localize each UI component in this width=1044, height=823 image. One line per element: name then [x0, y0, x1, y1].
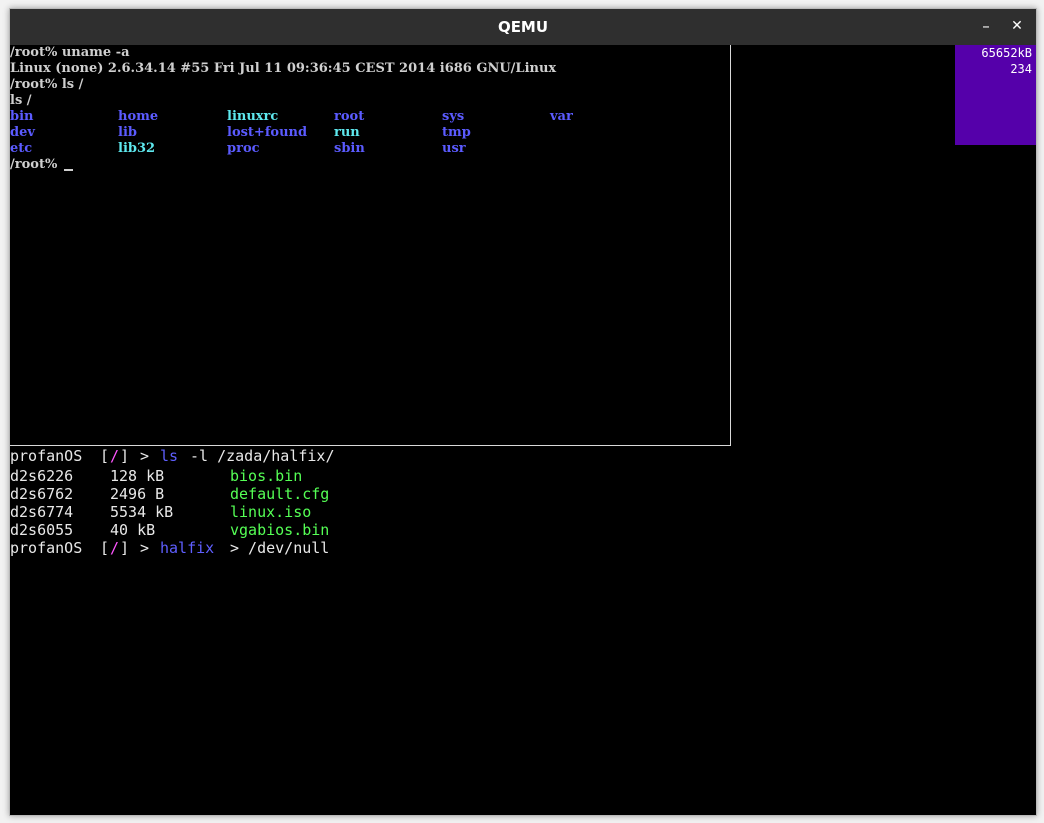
file-row: d2s6762 2496 B default.cfg — [10, 485, 410, 503]
console-line: ls / — [10, 93, 32, 108]
title-bar[interactable]: QEMU – ✕ — [10, 9, 1036, 45]
shell-command-args: -l /zada/halfix/ — [190, 447, 335, 465]
file-row: d2s6226 128 kB bios.bin — [10, 467, 410, 485]
shell-bracket: [ — [100, 447, 110, 465]
text-cursor — [63, 169, 73, 171]
console-line: /root% uname -a — [10, 45, 130, 60]
ls-entry: bin — [10, 109, 34, 124]
shell-line-ls: profanOS [ / ] > ls -l /zada/halfix/ — [10, 447, 410, 465]
shell-arrow: > — [140, 539, 150, 557]
shell-path: / — [110, 447, 120, 465]
ls-entry: usr — [442, 141, 466, 156]
console-line: /root% ls / — [10, 77, 84, 92]
window-title: QEMU — [497, 18, 549, 36]
file-name: linux.iso — [230, 503, 312, 521]
shell-command: halfix — [160, 539, 215, 557]
shell-command: ls — [160, 447, 179, 465]
shell-bracket: ] — [120, 539, 130, 557]
file-size: 2496 B — [110, 485, 165, 503]
shell-line-halfix: profanOS [ / ] > halfix > /dev/null — [10, 539, 410, 557]
emulator-screen[interactable]: /root% uname -a Linux (none) 2.6.34.14 #… — [10, 45, 1036, 815]
ls-entry: run — [334, 125, 360, 140]
ls-entry: dev — [10, 125, 35, 140]
console-prompt-line: /root% — [10, 157, 73, 173]
file-row: d2s6055 40 kB vgabios.bin — [10, 521, 410, 539]
console-prompt: /root% — [10, 157, 62, 172]
ls-entry: lost+found — [227, 125, 308, 140]
shell-redirect: > /dev/null — [230, 539, 330, 557]
shell-path: / — [110, 539, 120, 557]
file-name: default.cfg — [230, 485, 330, 503]
shell-arrow: > — [140, 447, 150, 465]
file-id: d2s6226 — [10, 467, 74, 485]
ls-entry: sbin — [334, 141, 365, 156]
guest-linux-console: /root% uname -a Linux (none) 2.6.34.14 #… — [10, 45, 731, 446]
qemu-window: QEMU – ✕ /root% uname -a Linux (none) 2.… — [9, 8, 1037, 816]
file-id: d2s6055 — [10, 521, 74, 539]
memory-used: 65652kB — [981, 46, 1032, 60]
shell-prompt-name: profanOS — [10, 539, 83, 557]
console-line: Linux (none) 2.6.34.14 #55 Fri Jul 11 09… — [10, 61, 557, 76]
ls-entry: lib — [118, 125, 137, 140]
ls-entry: sys — [442, 109, 465, 124]
shell-bracket: ] — [120, 447, 130, 465]
shell-bracket: [ — [100, 539, 110, 557]
file-size: 5534 kB — [110, 503, 174, 521]
file-name: bios.bin — [230, 467, 303, 485]
ls-entry: proc — [227, 141, 260, 156]
ls-entry: root — [334, 109, 365, 124]
ls-entry: lib32 — [118, 141, 156, 156]
minimize-button[interactable]: – — [972, 9, 1000, 45]
file-id: d2s6762 — [10, 485, 74, 503]
file-size: 40 kB — [110, 521, 156, 539]
file-name: vgabios.bin — [230, 521, 330, 539]
ls-entry: tmp — [442, 125, 471, 140]
ls-entry: linuxrc — [227, 109, 279, 124]
file-size: 128 kB — [110, 467, 165, 485]
ls-entry: etc — [10, 141, 33, 156]
shell-prompt-name: profanOS — [10, 447, 83, 465]
memory-usage-panel: 65652kB 234 — [955, 45, 1036, 145]
memory-count: 234 — [1010, 62, 1032, 76]
file-id: d2s6774 — [10, 503, 74, 521]
file-row: d2s6774 5534 kB linux.iso — [10, 503, 410, 521]
close-button[interactable]: ✕ — [1003, 9, 1031, 45]
ls-entry: home — [118, 109, 159, 124]
ls-entry: var — [550, 109, 573, 124]
